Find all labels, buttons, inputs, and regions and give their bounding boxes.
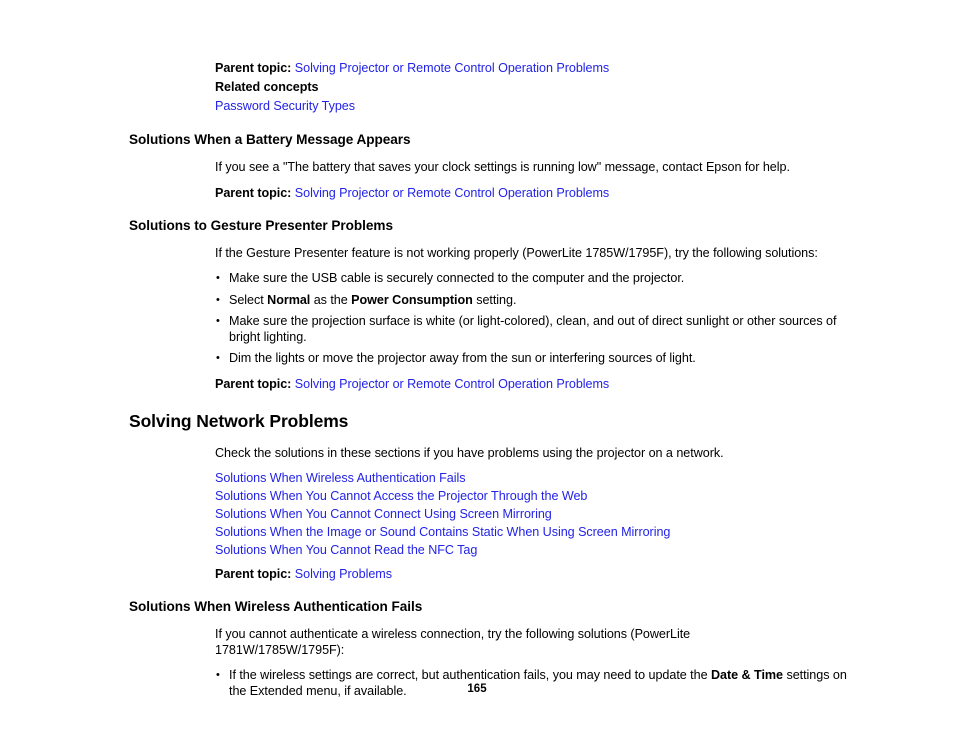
network-chapter-body: Check the solutions in these sections if… <box>215 446 849 583</box>
subsection-link-wireless-authentication-fails[interactable]: Solutions When Wireless Authentication F… <box>215 471 466 485</box>
parent-topic-line: Parent topic: Solving Projector or Remot… <box>215 376 849 392</box>
related-concepts-link-line: Password Security Types <box>215 97 849 115</box>
link-line: Solutions When You Cannot Access the Pro… <box>215 487 849 505</box>
battery-section-paragraph: If you see a "The battery that saves you… <box>215 160 790 174</box>
link-line: Solutions When You Cannot Connect Using … <box>215 505 849 523</box>
section-heading-gesture-presenter: Solutions to Gesture Presenter Problems <box>129 217 393 233</box>
link-line: Solutions When Wireless Authentication F… <box>215 469 849 487</box>
section-heading-battery-message: Solutions When a Battery Message Appears <box>129 132 411 147</box>
page-number: 165 <box>467 683 487 695</box>
list-item: Make sure the projection surface is whit… <box>215 314 849 345</box>
parent-topic-label: Parent topic: <box>215 185 292 200</box>
link-line: Solutions When the Image or Sound Contai… <box>215 523 849 541</box>
list-item: Dim the lights or move the projector awa… <box>215 351 849 367</box>
link-line: Solutions When You Cannot Read the NFC T… <box>215 541 849 559</box>
parent-topic-label: Parent topic: <box>215 61 292 75</box>
wireless-auth-paragraph: If you cannot authenticate a wireless co… <box>215 627 691 657</box>
parent-topic-label: Parent topic: <box>215 567 292 581</box>
battery-section-body: If you see a "The battery that saves you… <box>215 160 849 201</box>
list-item-text: Select <box>229 292 268 307</box>
parent-topic-line: Parent topic: Solving Projector or Remot… <box>215 60 849 76</box>
gesture-solutions-list: Make sure the USB cable is securely conn… <box>215 271 849 367</box>
subsection-link-image-or-sound-contains-static[interactable]: Solutions When the Image or Sound Contai… <box>215 525 670 539</box>
subsection-link-cannot-read-nfc-tag[interactable]: Solutions When You Cannot Read the NFC T… <box>215 543 477 557</box>
parent-topic-label: Parent topic: <box>215 376 292 391</box>
parent-topic-line: Parent topic: Solving Problems <box>215 566 849 582</box>
gesture-section-body: If the Gesture Presenter feature is not … <box>215 246 849 392</box>
chapter-heading-solving-network-problems: Solving Network Problems <box>129 410 349 431</box>
related-concept-link-password-security-types[interactable]: Password Security Types <box>215 99 355 113</box>
subsection-link-cannot-access-projector-through-web[interactable]: Solutions When You Cannot Access the Pro… <box>215 489 587 503</box>
network-chapter-paragraph: Check the solutions in these sections if… <box>215 445 724 460</box>
list-item: Select Normal as the Power Consumption s… <box>215 293 849 309</box>
parent-topic-line: Parent topic: Solving Projector or Remot… <box>215 185 849 201</box>
parent-topic-link[interactable]: Solving Projector or Remote Control Oper… <box>295 186 609 200</box>
related-concepts-label: Related concepts <box>215 80 319 94</box>
parent-topic-link[interactable]: Solving Projector or Remote Control Oper… <box>295 61 609 75</box>
page-content: Parent topic: Solving Projector or Remot… <box>129 60 849 699</box>
list-item-text: setting. <box>472 292 517 307</box>
list-item-bold-power-consumption: Power Consumption <box>351 292 473 307</box>
document-page: Parent topic: Solving Projector or Remot… <box>0 0 954 738</box>
subsection-link-cannot-connect-using-screen-mirroring[interactable]: Solutions When You Cannot Connect Using … <box>215 507 552 521</box>
list-item-bold-normal: Normal <box>267 292 311 307</box>
network-subsection-link-list: Solutions When Wireless Authentication F… <box>215 469 849 559</box>
section-heading-wireless-authentication-fails: Solutions When Wireless Authentication F… <box>129 599 423 614</box>
parent-topic-link[interactable]: Solving Projector or Remote Control Oper… <box>295 377 609 391</box>
page-footer: 165 <box>0 679 954 697</box>
top-reference-block: Parent topic: Solving Projector or Remot… <box>215 60 849 115</box>
list-item-text: as the <box>310 292 352 307</box>
gesture-section-paragraph: If the Gesture Presenter feature is not … <box>215 245 818 260</box>
list-item: Make sure the USB cable is securely conn… <box>215 271 849 287</box>
parent-topic-link-solving-problems[interactable]: Solving Problems <box>295 567 392 581</box>
